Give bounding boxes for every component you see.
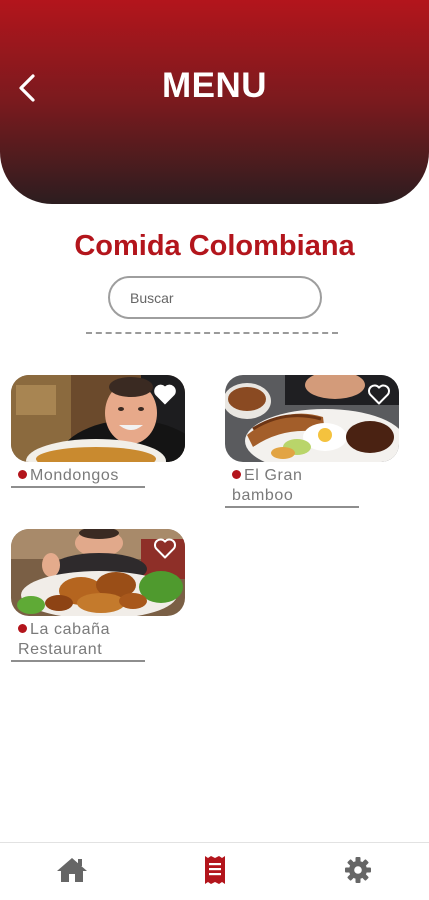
- menu-receipt-icon: [205, 856, 225, 884]
- restaurant-name: El Gran bamboo: [225, 466, 359, 508]
- home-icon: [57, 858, 87, 882]
- header-bar: MENU: [0, 0, 429, 204]
- dashed-divider: [86, 332, 338, 334]
- restaurant-photo: [225, 375, 399, 462]
- heart-filled-icon[interactable]: [153, 383, 177, 405]
- nav-menu-button[interactable]: [198, 853, 232, 887]
- restaurant-photo: [11, 529, 185, 616]
- restaurant-card-el-gran-bamboo[interactable]: El Gran bamboo: [225, 375, 399, 508]
- red-dot-bullet: [18, 470, 27, 479]
- restaurant-name: Mondongos: [11, 466, 145, 488]
- nav-settings-button[interactable]: [341, 853, 375, 887]
- nav-home-button[interactable]: [55, 853, 89, 887]
- category-title: Comida Colombiana: [74, 230, 355, 262]
- restaurant-name: La cabaña Restaurant: [11, 620, 145, 662]
- red-dot-bullet: [232, 470, 241, 479]
- restaurant-photo: [11, 375, 185, 462]
- restaurant-card-la-cabana[interactable]: La cabaña Restaurant: [11, 529, 185, 662]
- heart-outline-icon[interactable]: [153, 537, 177, 559]
- menu-screen: MENU Comida Colombiana Buscar Mondongos …: [0, 0, 429, 900]
- search-input[interactable]: [108, 276, 322, 319]
- heart-outline-icon[interactable]: [367, 383, 391, 405]
- gear-icon: [345, 857, 371, 883]
- page-title: MENU: [161, 66, 268, 105]
- bottom-navigation: [0, 842, 429, 900]
- red-dot-bullet: [18, 624, 27, 633]
- restaurant-card-mondongos[interactable]: Mondongos: [11, 375, 185, 488]
